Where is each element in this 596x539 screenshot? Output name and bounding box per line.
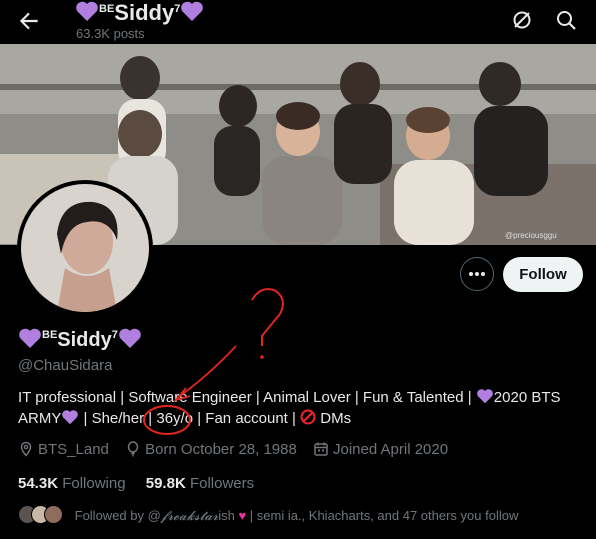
- joined-text: Joined April 2020: [333, 441, 449, 458]
- following-label: Following: [62, 475, 126, 492]
- more-options-button[interactable]: [460, 257, 494, 291]
- calendar-icon: [314, 442, 328, 456]
- bio-line-1: IT professional | Software Engineer | An…: [18, 389, 472, 406]
- followers-count: 59.8K: [145, 475, 186, 492]
- header-name-prefix: BE: [99, 3, 115, 15]
- purple-heart-icon: [76, 1, 98, 21]
- more-dots-icon: [469, 272, 485, 276]
- location-item: BTS_Land: [18, 441, 109, 458]
- follower-avatar: [44, 505, 63, 524]
- purple-heart-icon: [181, 1, 204, 21]
- banner-watermark: @preciousggu: [505, 231, 557, 240]
- followed-by-prefix: Followed by @: [74, 508, 161, 523]
- bio-pronouns: | She/her |: [83, 410, 153, 427]
- followed-by-stylized: 𝓯𝓻𝓮𝓪𝓴𝓼𝓽𝓪𝓻: [160, 509, 219, 524]
- born-item: Born October 28, 1988: [125, 441, 297, 458]
- born-text: Born October 28, 1988: [145, 441, 297, 458]
- profile-handle: @ChauSidara: [18, 357, 113, 374]
- followed-by-rest: | semi ia., Khiacharts, and 47 others yo…: [249, 508, 519, 523]
- followed-by-name-tail: ish: [218, 508, 235, 523]
- avatar: [21, 184, 149, 312]
- location-pin-icon: [20, 441, 32, 457]
- devil-icon: ♥: [238, 508, 247, 523]
- follow-button[interactable]: Follow: [503, 257, 583, 292]
- follow-stats: 54.3K Following 59.8K Followers: [18, 475, 270, 492]
- followed-by[interactable]: Followed by @𝓯𝓻𝓮𝓪𝓴𝓼𝓽𝓪𝓻ish ♥ | semi ia., …: [18, 505, 518, 524]
- profile-avatar[interactable]: [17, 180, 153, 316]
- no-entry-icon: [300, 409, 316, 425]
- purple-heart-icon: [19, 328, 41, 348]
- bio-army: ARMY: [18, 410, 62, 427]
- profile-bio: IT professional | Software Engineer | An…: [18, 387, 578, 429]
- following-link[interactable]: 54.3K Following: [18, 475, 126, 492]
- purple-heart-icon: [476, 389, 493, 404]
- followers-label: Followers: [189, 475, 255, 492]
- joined-item: Joined April 2020: [313, 441, 448, 458]
- bio-fan-account: | Fan account |: [197, 410, 296, 427]
- profile-name-prefix: BE: [42, 329, 58, 341]
- profile-display-name: BESiddy7: [18, 327, 142, 352]
- location-text: BTS_Land: [38, 441, 109, 458]
- header-name-main: Siddy: [114, 0, 175, 25]
- bio-dms: DMs: [320, 410, 352, 427]
- purple-heart-icon: [62, 410, 79, 425]
- following-count: 54.3K: [18, 475, 59, 492]
- post-count: 63.3K posts: [76, 26, 145, 41]
- balloon-icon: [127, 441, 139, 457]
- bio-line-1-tail: 2020 BTS: [493, 389, 561, 406]
- followers-link[interactable]: 59.8K Followers: [146, 475, 254, 492]
- header-display-name: BESiddy7: [75, 0, 204, 26]
- profile-name-main: Siddy: [57, 329, 112, 351]
- purple-heart-icon: [119, 328, 141, 348]
- profile-meta: BTS_Land Born October 28, 1988 Joined Ap…: [18, 441, 460, 458]
- top-bar: BESiddy7 63.3K posts: [0, 0, 596, 44]
- search-icon[interactable]: [554, 8, 578, 32]
- back-arrow-icon[interactable]: [16, 8, 42, 34]
- bio-age: 36y/o: [156, 410, 194, 427]
- grok-icon[interactable]: [510, 8, 534, 32]
